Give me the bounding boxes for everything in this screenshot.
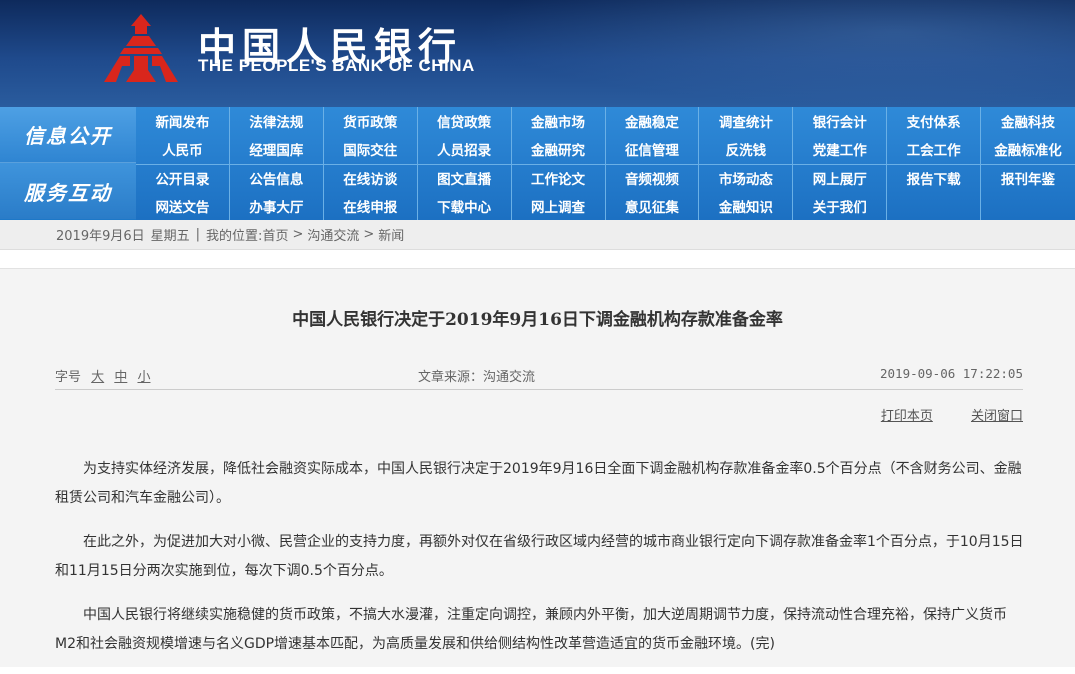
nav-link-r1-c4[interactable]: 信贷政策 (418, 107, 512, 136)
nav-link-r1-c6[interactable]: 金融稳定 (606, 107, 700, 136)
nav-link-r3-c9[interactable]: 报告下载 (887, 163, 982, 192)
print-page-link[interactable]: 打印本页 (881, 409, 933, 424)
nav-link-r3-c5[interactable]: 工作论文 (511, 163, 606, 192)
nav-link-r4-c5[interactable]: 网上调查 (512, 191, 606, 220)
font-size-controls: 字号 大 中 小 (55, 366, 150, 385)
location-label: 我的位置: (206, 229, 263, 244)
breadcrumb-news-link[interactable]: 新闻 (378, 225, 404, 244)
nav-link-r1-c9[interactable]: 支付体系 (887, 107, 982, 136)
article-body: 为支持实体经济发展，降低社会融资实际成本，中国人民银行决定于2019年9月16日… (55, 455, 1025, 674)
breadcrumb-separator: | (195, 227, 201, 242)
article-title: 中国人民银行决定于2019年9月16日下调金融机构存款准备金率 (292, 310, 783, 330)
article-paragraph: 在此之外，为促进加大对小微、民营企业的支持力度，再额外对仅在省级行政区域内经营的… (55, 534, 1024, 579)
nav-link-r4-c1[interactable]: 网送文告 (136, 191, 230, 220)
nav-link-r4-c6[interactable]: 意见征集 (606, 191, 700, 220)
current-weekday: 星期五 (150, 229, 190, 244)
nav-link-r3-c2[interactable]: 公告信息 (229, 163, 324, 192)
nav-link-r1-c8[interactable]: 银行会计 (793, 107, 888, 136)
breadcrumb-arrow: > (292, 227, 304, 242)
font-size-large-button[interactable]: 大 (91, 370, 104, 385)
nav-link-r2-c4[interactable]: 人员招录 (418, 135, 512, 164)
nav-link-r1-c2[interactable]: 法律法规 (230, 107, 324, 136)
nav-link-r2-c5[interactable]: 金融研究 (512, 135, 606, 164)
breadcrumb: 2019年9月6日 星期五 | 我的位置: 首页 > 沟通交流 > 新闻 (0, 220, 1075, 250)
font-size-small-button[interactable]: 小 (137, 370, 150, 385)
nav-link-r3-c1[interactable]: 公开目录 (136, 163, 230, 192)
font-size-medium-button[interactable]: 中 (114, 370, 127, 385)
article-paragraph: 中国人民银行将继续实施稳健的货币政策，不搞大水漫灌，注重定向调控，兼顾内外平衡，… (55, 607, 1007, 652)
header-glow (475, 0, 1075, 107)
nav-link-r2-c1[interactable]: 人民币 (136, 135, 230, 164)
nav-link-r2-c7[interactable]: 反洗钱 (699, 135, 794, 164)
nav-link-r2-c2[interactable]: 经理国库 (230, 135, 324, 164)
nav-link-r2-c9[interactable]: 工会工作 (887, 135, 982, 164)
meta-divider (55, 389, 1023, 390)
nav-link-r1-c5[interactable]: 金融市场 (512, 107, 606, 136)
nav-link-r3-c8[interactable]: 网上展厅 (793, 163, 888, 192)
breadcrumb-arrow: > (363, 227, 375, 242)
current-date: 2019年9月6日 (56, 229, 145, 244)
nav-link-grid: 新闻发布 法律法规 货币政策 信贷政策 金融市场 金融稳定 调查统计 银行会计 支付体系 金融科技… (136, 107, 1075, 220)
nav-link-r2-c3[interactable]: 国际交往 (324, 135, 418, 164)
nav-link-r3-c10[interactable]: 报刊年鉴 (981, 163, 1075, 192)
nav-link-r4-c7[interactable]: 金融知识 (699, 191, 794, 220)
article-meta: 字号 大 中 小 文章来源：沟通交流 2019-09-06 17:22:05 (55, 366, 1023, 388)
nav-link-r4-c3[interactable]: 在线申报 (324, 191, 418, 220)
article-datetime: 2019-09-06 17:22:05 (880, 366, 1023, 381)
article-source: 文章来源：沟通交流 (418, 370, 536, 385)
nav-link-r3-c6[interactable]: 音频视频 (605, 163, 700, 192)
nav-link-r3-c7[interactable]: 市场动态 (699, 163, 794, 192)
nav-link-r4-c2[interactable]: 办事大厅 (230, 191, 324, 220)
nav-link-r2-c10[interactable]: 金融标准化 (981, 135, 1075, 163)
nav-section-info-disclosure[interactable]: 信息公开 (0, 107, 136, 163)
nav-link-r4-c8[interactable]: 关于我们 (793, 191, 888, 220)
nav-link-r3-c3[interactable]: 在线访谈 (323, 163, 418, 192)
nav-link-r1-c10[interactable]: 金融科技 (981, 107, 1075, 135)
nav-link-r4-c4[interactable]: 下载中心 (418, 191, 512, 220)
nav-link-r3-c4[interactable]: 图文直播 (417, 163, 512, 192)
nav-link-r2-c8[interactable]: 党建工作 (793, 135, 888, 164)
nav-sections: 信息公开 服务互动 (0, 107, 136, 220)
breadcrumb-communication-link[interactable]: 沟通交流 (307, 225, 359, 244)
nav-link-r1-c1[interactable]: 新闻发布 (136, 107, 230, 136)
nav-link-r1-c3[interactable]: 货币政策 (324, 107, 418, 136)
nav-link-r2-c6[interactable]: 征信管理 (606, 135, 700, 164)
nav-link-r4-c10 (981, 192, 1075, 220)
breadcrumb-home-link[interactable]: 首页 (262, 225, 288, 244)
article-tools: 打印本页 关闭窗口 (847, 405, 1023, 424)
nav-link-r1-c7[interactable]: 调查统计 (699, 107, 794, 136)
font-size-label: 字号 (55, 370, 82, 385)
logo-english-name: THE PEOPLE'S BANK OF CHINA (198, 56, 475, 75)
site-header: 中国人民银行 THE PEOPLE'S BANK OF CHINA (0, 0, 1075, 107)
main-navigation: 信息公开 服务互动 新闻发布 法律法规 货币政策 信贷政策 金融市场 金融稳定 调查统计 银行… (0, 107, 1075, 220)
article-paragraph: 为支持实体经济发展，降低社会融资实际成本，中国人民银行决定于2019年9月16日… (55, 461, 1022, 506)
nav-section-service-interaction[interactable]: 服务互动 (0, 163, 136, 219)
nav-link-r4-c9 (887, 191, 982, 220)
pboc-logo-icon[interactable] (100, 12, 182, 84)
close-window-link[interactable]: 关闭窗口 (971, 409, 1023, 424)
